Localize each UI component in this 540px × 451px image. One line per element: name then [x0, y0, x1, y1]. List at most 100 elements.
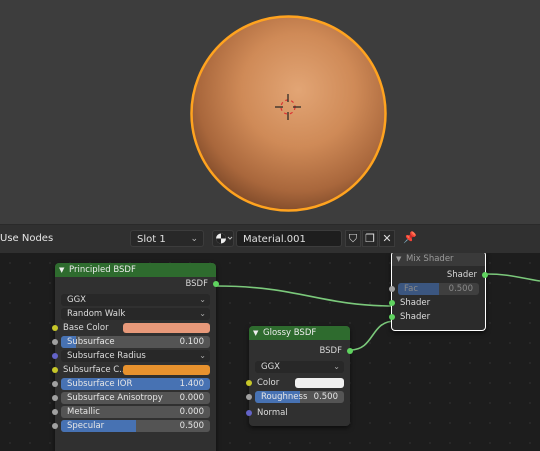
node-title: Glossy BSDF	[263, 328, 317, 338]
shader-input-socket[interactable]	[389, 300, 395, 306]
3d-viewport[interactable]	[0, 0, 540, 224]
slider-label: Fac	[404, 284, 418, 294]
node-title: Principled BSDF	[69, 265, 136, 275]
chevron-down-icon: ⌄	[199, 351, 206, 360]
subsurface-color-row: Subsurface C...	[52, 363, 216, 377]
metallic-row: Metallic 0.000	[52, 405, 216, 419]
slider-value: 0.500	[448, 284, 473, 294]
vector-input-socket[interactable]	[52, 353, 58, 359]
mix-shader-node[interactable]: ▼ Mix Shader Shader Fac 0.500 Shader Sha…	[389, 253, 488, 331]
subsurface-anisotropy-slider[interactable]: Subsurface Anisotropy 0.000	[61, 392, 210, 404]
color-input-socket[interactable]	[246, 380, 252, 386]
chevron-down-icon: ⌄	[333, 362, 340, 371]
dropdown-value: Random Walk	[67, 309, 126, 319]
normal-row: Normal	[246, 406, 350, 420]
output-label: BSDF	[319, 346, 342, 356]
slider-label: Subsurface	[67, 337, 115, 347]
subsurface-color-label: Subsurface C...	[63, 365, 128, 375]
slider-value: 0.000	[179, 407, 204, 417]
field-label: Subsurface Radius	[67, 351, 146, 361]
node-header[interactable]: ▼ Glossy BSDF	[249, 326, 350, 340]
link-principled-to-mix	[215, 285, 396, 307]
collapse-arrow-icon[interactable]: ▼	[253, 326, 258, 340]
float-input-socket[interactable]	[52, 381, 58, 387]
subsurface-radius-row: Subsurface Radius ⌄	[52, 349, 216, 363]
node-editor-canvas[interactable]: ▼ Principled BSDF BSDF GGX ⌄ Random Walk…	[0, 253, 540, 451]
distribution-dropdown[interactable]: GGX ⌄	[255, 361, 344, 373]
material-name-field[interactable]: Material.001	[236, 230, 342, 247]
color-input-socket[interactable]	[52, 325, 58, 331]
fake-user-shield-icon[interactable]: ⛉	[345, 230, 361, 247]
slot-dropdown[interactable]: Slot 1 ⌄	[130, 230, 204, 247]
link-glossy-to-mix	[349, 320, 396, 351]
dropdown-value: GGX	[67, 295, 86, 305]
float-input-socket[interactable]	[389, 286, 395, 292]
color-swatch[interactable]	[295, 378, 344, 388]
unlink-material-close-icon[interactable]: ✕	[379, 230, 395, 247]
vector-input-socket[interactable]	[246, 410, 252, 416]
specular-slider[interactable]: Specular 0.500	[61, 420, 210, 432]
subsurface-radius-field[interactable]: Subsurface Radius ⌄	[61, 350, 210, 362]
fac-row: Fac 0.500	[389, 282, 485, 296]
node-header[interactable]: ▼ Mix Shader	[392, 253, 485, 266]
slider-value: 0.500	[179, 421, 204, 431]
subsurface-slider[interactable]: Subsurface 0.100	[61, 336, 210, 348]
shader-output-socket[interactable]	[482, 272, 488, 278]
color-input-socket[interactable]	[52, 367, 58, 373]
shader2-label: Shader	[400, 312, 431, 322]
metallic-slider[interactable]: Metallic 0.000	[61, 406, 210, 418]
roughness-slider[interactable]: Roughness 0.500	[255, 391, 344, 403]
use-nodes-checkbox-label[interactable]: Use Nodes	[0, 233, 53, 244]
collapse-arrow-icon[interactable]: ▼	[59, 263, 64, 277]
subsurface-color-swatch[interactable]	[123, 365, 210, 375]
subsurface-anisotropy-row: Subsurface Anisotropy 0.000	[52, 391, 216, 405]
subsurface-ior-field[interactable]: Subsurface IOR 1.400	[61, 378, 210, 390]
node-title: Mix Shader	[406, 254, 454, 264]
chevron-down-icon: ⌄	[199, 295, 206, 304]
field-value: 1.400	[179, 379, 204, 389]
slider-label: Metallic	[67, 407, 100, 417]
bsdf-output-socket[interactable]	[347, 348, 353, 354]
float-input-socket[interactable]	[52, 339, 58, 345]
output-row: BSDF	[55, 277, 219, 291]
slider-value: 0.500	[313, 392, 338, 402]
base-color-swatch[interactable]	[123, 323, 210, 333]
specular-row: Specular 0.500	[52, 419, 216, 433]
float-input-socket[interactable]	[52, 423, 58, 429]
fac-slider[interactable]: Fac 0.500	[398, 283, 479, 295]
material-preview-sphere[interactable]	[189, 14, 388, 213]
glossy-bsdf-node[interactable]: ▼ Glossy BSDF BSDF GGX ⌄ Color Roughness…	[246, 326, 353, 426]
slider-label: Specular	[67, 421, 105, 431]
shader-input-socket[interactable]	[389, 314, 395, 320]
slot-label: Slot 1	[137, 234, 166, 245]
normal-label: Normal	[257, 408, 288, 418]
bsdf-output-socket[interactable]	[213, 281, 219, 287]
principled-bsdf-node[interactable]: ▼ Principled BSDF BSDF GGX ⌄ Random Walk…	[52, 263, 219, 451]
chevron-down-icon: ⌄	[190, 234, 198, 244]
roughness-row: Roughness 0.500	[246, 390, 350, 404]
material-browse-button[interactable]	[212, 230, 234, 247]
pin-icon[interactable]: 📌	[402, 230, 418, 247]
material-sphere-icon	[216, 233, 233, 244]
node-header[interactable]: ▼ Principled BSDF	[55, 263, 216, 277]
float-input-socket[interactable]	[246, 394, 252, 400]
shader1-label: Shader	[400, 298, 431, 308]
collapse-arrow-icon[interactable]: ▼	[396, 253, 401, 266]
base-color-row: Base Color	[52, 321, 216, 335]
float-input-socket[interactable]	[52, 409, 58, 415]
float-input-socket[interactable]	[52, 395, 58, 401]
distribution-dropdown[interactable]: GGX ⌄	[61, 294, 210, 306]
subsurface-method-dropdown[interactable]: Random Walk ⌄	[61, 308, 210, 320]
output-label: Shader	[446, 270, 477, 280]
output-row: BSDF	[249, 344, 353, 358]
color-row: Color	[246, 376, 350, 390]
field-label: Subsurface IOR	[67, 379, 133, 389]
slider-value: 0.100	[179, 337, 204, 347]
dropdown-value: GGX	[261, 362, 280, 372]
subsurface-method-row: Random Walk ⌄	[55, 307, 216, 321]
link-mix-to-output	[485, 273, 540, 282]
output-row: Shader	[392, 268, 488, 282]
duplicate-material-icon[interactable]: ❐	[362, 230, 378, 247]
distribution-row: GGX ⌄	[249, 360, 350, 374]
chevron-down-icon: ⌄	[199, 309, 206, 318]
